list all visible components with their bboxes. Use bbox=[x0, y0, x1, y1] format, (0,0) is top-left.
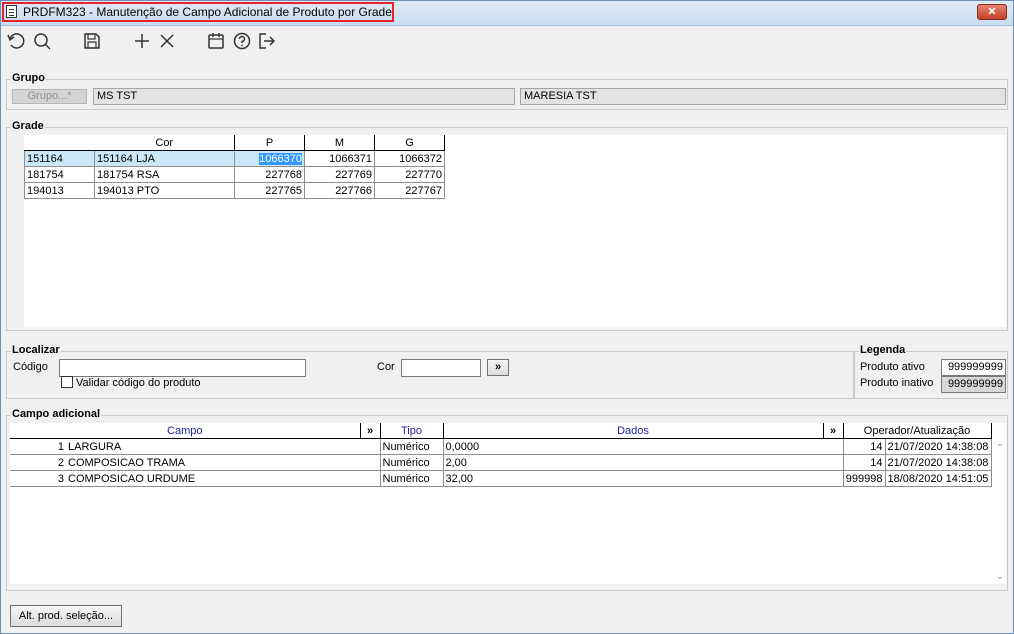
row-g[interactable]: 227767 bbox=[374, 182, 445, 199]
grade-header-g[interactable]: G bbox=[374, 135, 445, 151]
grupo-label: Grupo bbox=[11, 72, 46, 84]
row-campo: LARGURA bbox=[66, 438, 381, 455]
row-m[interactable]: 1066371 bbox=[304, 150, 375, 167]
row-campo: COMPOSICAO URDUME bbox=[66, 470, 381, 487]
campo-header-tipo[interactable]: Tipo bbox=[380, 423, 444, 439]
grade-header-p[interactable]: P bbox=[234, 135, 305, 151]
row-dados[interactable]: 32,00 bbox=[443, 470, 844, 487]
produto-inativo-label: Produto inativo bbox=[860, 377, 934, 389]
row-code: 181754 bbox=[24, 166, 95, 183]
row-code: 194013 bbox=[24, 182, 95, 199]
row-dados[interactable]: 0,0000 bbox=[443, 438, 844, 455]
row-cor: 194013 PTO bbox=[94, 182, 235, 199]
row-p[interactable]: 227768 bbox=[234, 166, 305, 183]
selected-value: 1066370 bbox=[259, 152, 302, 165]
row-g[interactable]: 1066372 bbox=[374, 150, 445, 167]
main-window: PRDFM323 - Manutenção de Campo Adicional… bbox=[0, 0, 1014, 634]
row-p-cell[interactable]: 1066370 bbox=[234, 150, 305, 167]
localizar-go-button[interactable]: » bbox=[487, 359, 509, 376]
row-operador: 14 bbox=[843, 438, 886, 455]
campo-adicional-label: Campo adicional bbox=[11, 408, 102, 420]
grupo-name-field: MARESIA TST bbox=[520, 88, 1006, 105]
row-number: 1 bbox=[10, 438, 66, 455]
refresh-icon[interactable] bbox=[6, 31, 26, 51]
add-icon[interactable] bbox=[132, 31, 152, 51]
row-code: 151164 bbox=[24, 150, 95, 167]
exit-icon[interactable] bbox=[257, 31, 277, 51]
table-row[interactable]: 181754 181754 RSA 227768 227769 227770 bbox=[24, 166, 445, 183]
close-button[interactable]: ✕ bbox=[977, 4, 1007, 20]
grupo-button[interactable]: Grupo...* bbox=[12, 89, 87, 104]
campo-header-operador[interactable]: Operador/Atualização bbox=[843, 423, 992, 439]
grade-label: Grade bbox=[11, 120, 45, 132]
codigo-label: Código bbox=[13, 361, 48, 373]
produto-ativo-sample: 999999999 bbox=[941, 359, 1006, 376]
cor-label: Cor bbox=[377, 361, 395, 373]
alt-prod-selecao-button[interactable]: Alt. prod. seleção... bbox=[10, 605, 122, 627]
campo-expand-button[interactable]: » bbox=[360, 423, 381, 439]
dados-expand-button[interactable]: » bbox=[823, 423, 844, 439]
grupo-code-field: MS TST bbox=[93, 88, 515, 105]
toolbar bbox=[1, 26, 1013, 56]
row-dados[interactable]: 2,00 bbox=[443, 454, 844, 471]
cor-input[interactable] bbox=[401, 359, 481, 377]
grade-header-row: Cor P M G bbox=[24, 135, 445, 151]
delete-icon[interactable] bbox=[157, 31, 177, 51]
validar-checkbox[interactable] bbox=[61, 376, 73, 388]
close-icon: ✕ bbox=[987, 6, 997, 18]
table-row[interactable]: 194013 194013 PTO 227765 227766 227767 bbox=[24, 182, 445, 199]
search-icon[interactable] bbox=[32, 31, 52, 51]
grade-header-m[interactable]: M bbox=[304, 135, 375, 151]
row-m[interactable]: 227766 bbox=[304, 182, 375, 199]
window-title: PRDFM323 - Manutenção de Campo Adicional… bbox=[23, 5, 392, 19]
row-cor: 181754 RSA bbox=[94, 166, 235, 183]
row-m[interactable]: 227769 bbox=[304, 166, 375, 183]
document-icon bbox=[6, 5, 17, 18]
table-row[interactable]: 3 COMPOSICAO URDUME Numérico 32,00 99999… bbox=[10, 470, 992, 487]
row-g[interactable]: 227770 bbox=[374, 166, 445, 183]
row-cor: 151164 LJA bbox=[94, 150, 235, 167]
validar-label: Validar código do produto bbox=[76, 377, 201, 389]
table-row[interactable]: 1 LARGURA Numérico 0,0000 14 21/07/2020 … bbox=[10, 438, 992, 455]
row-campo: COMPOSICAO TRAMA bbox=[66, 454, 381, 471]
campo-adicional-table: Campo » Tipo Dados » Operador/Atualizaçã… bbox=[10, 423, 992, 487]
grade-header-code bbox=[24, 135, 95, 151]
row-operador: 14 bbox=[843, 454, 886, 471]
campo-adicional-grid[interactable]: Campo » Tipo Dados » Operador/Atualizaçã… bbox=[10, 423, 1006, 584]
row-tipo: Numérico bbox=[380, 454, 444, 471]
campo-header-dados[interactable]: Dados bbox=[443, 423, 824, 439]
row-number: 2 bbox=[10, 454, 66, 471]
help-icon[interactable] bbox=[232, 31, 252, 51]
calendar-icon[interactable] bbox=[206, 31, 226, 51]
scroll-up-icon[interactable]: ⌃ bbox=[996, 443, 1004, 454]
grade-header-cor[interactable]: Cor bbox=[94, 135, 235, 151]
grade-table: Cor P M G 151164 151164 LJA 1066370 1066… bbox=[24, 135, 445, 199]
table-row[interactable]: 151164 151164 LJA 1066370 1066371 106637… bbox=[24, 150, 445, 167]
campo-header-campo[interactable]: Campo bbox=[10, 423, 361, 439]
row-atualizacao: 21/07/2020 14:38:08 bbox=[885, 454, 992, 471]
row-number: 3 bbox=[10, 470, 66, 487]
row-p[interactable]: 227765 bbox=[234, 182, 305, 199]
codigo-input[interactable] bbox=[59, 359, 306, 377]
table-row[interactable]: 2 COMPOSICAO TRAMA Numérico 2,00 14 21/0… bbox=[10, 454, 992, 471]
row-tipo: Numérico bbox=[380, 470, 444, 487]
save-icon[interactable] bbox=[82, 31, 102, 51]
scroll-down-icon[interactable]: ⌄ bbox=[996, 571, 1004, 582]
produto-ativo-label: Produto ativo bbox=[860, 361, 925, 373]
localizar-label: Localizar bbox=[11, 344, 61, 356]
row-atualizacao: 21/07/2020 14:38:08 bbox=[885, 438, 992, 455]
title-bar: PRDFM323 - Manutenção de Campo Adicional… bbox=[1, 1, 1013, 26]
grade-grid[interactable]: Cor P M G 151164 151164 LJA 1066370 1066… bbox=[24, 135, 1006, 327]
legenda-label: Legenda bbox=[859, 344, 907, 356]
campo-header-row: Campo » Tipo Dados » Operador/Atualizaçã… bbox=[10, 423, 992, 439]
row-tipo: Numérico bbox=[380, 438, 444, 455]
produto-inativo-sample: 999999999 bbox=[941, 376, 1006, 393]
row-operador: 999998 bbox=[843, 470, 886, 487]
row-atualizacao: 18/08/2020 14:51:05 bbox=[885, 470, 992, 487]
